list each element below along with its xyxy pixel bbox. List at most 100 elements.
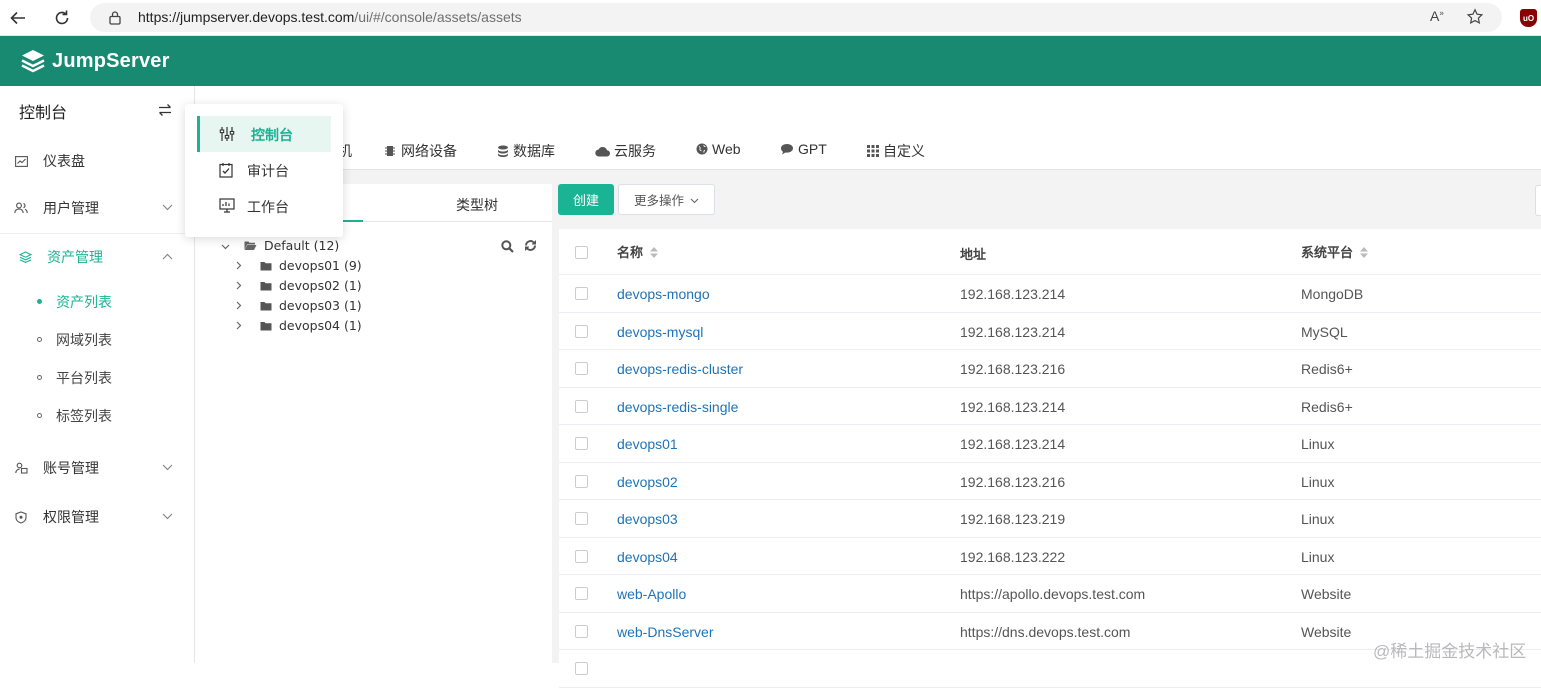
- asset-name-link[interactable]: devops-redis-cluster: [617, 361, 743, 377]
- column-header-address: 地址: [960, 247, 987, 262]
- chevron-up-icon: [162, 251, 173, 263]
- asset-address: https://apollo.devops.test.com: [960, 586, 1146, 602]
- sidebar-item-permissions[interactable]: 权限管理: [0, 506, 194, 528]
- sidebar-title: 控制台: [19, 105, 68, 122]
- asset-platform: MongoDB: [1301, 286, 1364, 302]
- sidebar-subitem-domain-list[interactable]: 网域列表: [0, 320, 194, 358]
- tab-web[interactable]: Web: [696, 141, 741, 157]
- more-actions-dropdown[interactable]: 更多操作: [618, 184, 715, 215]
- asset-name-link[interactable]: devops03: [617, 511, 678, 527]
- swap-view-icon[interactable]: [158, 103, 172, 120]
- shield-icon: [13, 509, 29, 525]
- asset-name-link[interactable]: devops02: [617, 474, 678, 490]
- row-checkbox[interactable]: [575, 362, 588, 375]
- sidebar-subitem-platform-list[interactable]: 平台列表: [0, 358, 194, 396]
- sidebar-header: 控制台: [0, 100, 194, 122]
- asset-name-link[interactable]: web-DnsServer: [617, 624, 713, 640]
- tab-gpt[interactable]: GPT: [780, 141, 827, 157]
- switcher-item-console[interactable]: 控制台: [197, 116, 331, 152]
- asset-address: 192.168.123.214: [960, 398, 1066, 415]
- users-icon: [13, 200, 29, 216]
- favorite-star-icon[interactable]: [1466, 8, 1484, 29]
- asset-name-link[interactable]: devops-mysql: [617, 324, 703, 340]
- refresh-tree-icon[interactable]: [524, 239, 537, 255]
- toolbar-search-edge[interactable]: [1535, 185, 1541, 216]
- tab-cloud-services[interactable]: 云服务: [595, 141, 656, 161]
- refresh-icon[interactable]: [50, 6, 74, 30]
- back-icon[interactable]: [6, 6, 30, 30]
- sidebar: 控制台 仪表盘 用户管理 资产管理 资产列表 网域列表 平台列表 标签列表 账号…: [0, 86, 195, 663]
- row-checkbox[interactable]: [575, 474, 588, 488]
- sidebar-subitem-label: 网域列表: [56, 332, 112, 348]
- sidebar-item-users[interactable]: 用户管理: [0, 197, 194, 219]
- sidebar-subitem-asset-list[interactable]: 资产列表: [0, 282, 194, 320]
- chevron-down-icon: [162, 462, 173, 474]
- active-dot-icon: [37, 299, 42, 304]
- asset-platform: Linux: [1301, 511, 1335, 527]
- sidebar-subitem-label: 标签列表: [56, 408, 112, 424]
- asset-platform: Linux: [1301, 436, 1335, 452]
- lock-icon[interactable]: [108, 10, 122, 28]
- switcher-item-workbench[interactable]: 工作台: [197, 188, 331, 224]
- jumpserver-logo-icon: [20, 48, 46, 77]
- row-checkbox[interactable]: [575, 587, 588, 600]
- asset-name-link[interactable]: devops01: [617, 436, 678, 452]
- row-checkbox[interactable]: [575, 437, 588, 450]
- tab-network-devices[interactable]: 网络设备: [385, 141, 457, 161]
- sidebar-subitem-label-list[interactable]: 标签列表: [0, 396, 194, 434]
- tree-node-label: devops01 (9): [278, 258, 362, 273]
- sort-icon[interactable]: [649, 246, 659, 262]
- column-header-platform[interactable]: 系统平台: [1301, 242, 1369, 262]
- tree-node[interactable]: devops03 (1): [236, 298, 362, 314]
- url-text: https://jumpserver.devops.test.com/ui/#/…: [138, 9, 522, 25]
- tree-node[interactable]: devops01 (9): [236, 258, 362, 274]
- row-checkbox[interactable]: [575, 399, 588, 413]
- table-row: devops-redis-single 192.168.123.214 Redis6…: [559, 388, 1541, 425]
- asset-name-link[interactable]: devops-redis-single: [617, 399, 738, 415]
- row-checkbox[interactable]: [575, 624, 588, 638]
- chevron-down-icon: [221, 243, 231, 253]
- table-row: web-Apollo https://apollo.devops.test.com…: [559, 575, 1541, 613]
- asset-address: 192.168.123.216: [960, 473, 1066, 490]
- select-all-checkbox[interactable]: [575, 246, 588, 259]
- table-row: devops03 192.168.123.219 Linux: [559, 500, 1541, 538]
- create-button[interactable]: 创建: [558, 184, 614, 215]
- address-bar[interactable]: https://jumpserver.devops.test.com/ui/#/…: [90, 3, 1502, 32]
- column-header-name[interactable]: 名称: [617, 242, 659, 262]
- app-logo-text[interactable]: JumpServer: [52, 50, 170, 73]
- switcher-item-audit[interactable]: 审计台: [197, 152, 331, 188]
- row-checkbox[interactable]: [575, 324, 588, 338]
- folder-icon: [260, 299, 272, 314]
- sort-icon[interactable]: [1359, 246, 1369, 262]
- sidebar-item-dashboard[interactable]: 仪表盘: [0, 150, 194, 172]
- asset-platform: Linux: [1301, 473, 1335, 490]
- folder-icon: [260, 259, 272, 274]
- tab-label: 数据库: [513, 143, 555, 159]
- tab-label: 云服务: [614, 143, 656, 159]
- tab-label: GPT: [798, 141, 827, 157]
- tab-type-tree[interactable]: 类型树: [456, 195, 498, 215]
- tree-root-node[interactable]: Default (12): [221, 238, 339, 254]
- ublock-extension-icon[interactable]: uO: [1520, 9, 1537, 27]
- tab-custom[interactable]: 自定义: [867, 141, 925, 161]
- bullet-icon: [37, 413, 42, 418]
- asset-name-link[interactable]: web-Apollo: [617, 586, 686, 602]
- asset-tree-panel: 类型树 Default (12) devops01 (9) devops02 (…: [195, 184, 552, 663]
- chevron-right-icon: [236, 278, 246, 293]
- sidebar-item-assets[interactable]: 资产管理: [0, 246, 194, 268]
- watermark-text: @稀土掘金技术社区: [1373, 642, 1527, 661]
- row-checkbox[interactable]: [575, 662, 588, 675]
- asset-name-link[interactable]: devops04: [617, 549, 678, 565]
- tree-node[interactable]: devops02 (1): [236, 278, 362, 294]
- row-checkbox[interactable]: [575, 512, 588, 525]
- asset-name-link[interactable]: devops-mongo: [617, 286, 710, 302]
- row-checkbox[interactable]: [575, 287, 588, 300]
- row-checkbox[interactable]: [575, 549, 588, 563]
- read-aloud-icon[interactable]: A»: [1430, 8, 1444, 24]
- search-icon[interactable]: [501, 240, 514, 256]
- chevron-down-icon: [162, 202, 173, 214]
- tab-databases[interactable]: 数据库: [497, 141, 555, 161]
- tree-node[interactable]: devops04 (1): [236, 318, 362, 334]
- browser-toolbar: https://jumpserver.devops.test.com/ui/#/…: [0, 0, 1541, 36]
- sidebar-item-accounts[interactable]: 账号管理: [0, 457, 194, 479]
